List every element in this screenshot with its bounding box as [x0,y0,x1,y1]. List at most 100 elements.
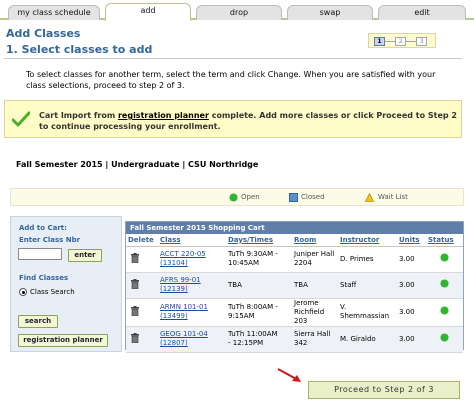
days: TuTh 11:00AM [228,330,278,338]
header-instructor[interactable]: Instructor [338,234,397,247]
room-cell: TBA [292,272,338,299]
days: TuTh 8:00AM - [228,303,278,311]
legend-wait-list: Wait List [378,193,408,201]
step-heading: 1. Select classes to add [6,43,153,56]
class-link[interactable]: GEOG 101-04 [160,330,208,338]
add-to-cart-title: Add to Cart: [19,224,67,232]
units-cell: 3.00 [397,298,426,327]
tab-my-class-schedule[interactable]: my class schedule [8,5,100,20]
trash-icon[interactable] [131,278,139,289]
table-row: AFRS 99-01 (12139) TBA TBA Staff 3.00 [126,272,463,299]
table-row: GEOG 101-04 (12807) TuTh 11:00AM - 12:15PM… [126,326,463,353]
units-cell: 3.00 [397,246,426,273]
table-row: ACCT 220-05 (13104) TuTh 9:30AM -10:45AM … [126,246,463,273]
registration-planner-button[interactable]: registration planner [18,334,108,347]
class-link[interactable]: AFRS 99-01 [160,276,201,284]
header-room[interactable]: Room [292,234,338,247]
cart-table: Delete Class Days/Times Room Instructor … [126,234,463,353]
checkmark-icon [12,111,30,127]
proceed-to-step-2-button[interactable]: Proceed to Step 2 of 3 [308,381,460,399]
class-nbr-link[interactable]: (12139) [160,285,188,293]
times: 10:45AM [228,259,260,267]
closed-square-icon [289,193,298,202]
enter-button[interactable]: enter [68,249,102,262]
search-button[interactable]: search [18,315,58,328]
header-days-times[interactable]: Days/Times [226,234,292,247]
trash-icon[interactable] [131,305,139,316]
room-cell: Sierra Hall 342 [292,326,338,353]
class-search-radio[interactable] [19,288,27,296]
divider [4,58,462,59]
header-units[interactable]: Units [397,234,426,247]
open-status-icon [440,306,449,315]
tab-drop[interactable]: drop [196,5,282,20]
tab-swap[interactable]: swap [287,5,373,20]
tab-add[interactable]: add [105,3,191,21]
step-connector [406,41,416,42]
instructor-cell: Staff [338,272,397,299]
class-nbr-link[interactable]: (13104) [160,259,188,267]
days: TuTh 9:30AM - [228,250,278,258]
times: - 12:15PM [228,339,264,347]
delete-cell [126,326,158,353]
times: 9:15AM [228,312,255,320]
shopping-cart: Fall Semester 2015 Shopping Cart Delete … [125,221,464,353]
days-times-cell: TuTh 9:30AM -10:45AM [226,246,292,273]
days-times-cell: TuTh 11:00AM - 12:15PM [226,326,292,353]
step-1-box: 1 [374,37,385,46]
cart-title: Fall Semester 2015 Shopping Cart [126,222,463,234]
message-text: Cart Import from registration planner co… [39,110,459,132]
class-search-label: Class Search [30,288,75,296]
header-class[interactable]: Class [158,234,226,247]
class-nbr-input[interactable] [18,248,62,260]
enter-class-nbr-label: Enter Class Nbr [19,236,81,244]
class-nbr-link[interactable]: (13499) [160,312,188,320]
wait-list-triangle-icon [365,193,374,202]
legend-open: Open [241,193,260,201]
class-link[interactable]: ARMN 101-01 [160,303,208,311]
header-delete: Delete [126,234,158,247]
success-message: Cart Import from registration planner co… [4,100,462,138]
status-legend: Open Closed Wait List [10,188,464,206]
open-status-icon [440,279,449,288]
delete-cell [126,272,158,299]
status-cell [426,272,463,299]
page-title: Add Classes [6,27,81,40]
instructor-cell: V. Shemmassian [338,298,397,327]
tab-bar: my class schedule add drop swap edit [0,0,474,21]
step-indicator: 1 2 3 [368,33,436,48]
tab-edit[interactable]: edit [378,5,466,20]
delete-cell [126,246,158,273]
class-cell: GEOG 101-04 (12807) [158,326,226,353]
step-2-box: 2 [395,37,406,46]
trash-icon[interactable] [131,332,139,343]
open-circle-icon [229,193,238,202]
status-cell [426,326,463,353]
days-times-cell: TBA [226,272,292,299]
open-status-icon [440,333,449,342]
header-status[interactable]: Status [426,234,463,247]
days: TBA [228,280,242,289]
days-times-cell: TuTh 8:00AM -9:15AM [226,298,292,327]
red-arrow-icon [277,368,301,382]
room-cell: Juniper Hall 2204 [292,246,338,273]
class-cell: AFRS 99-01 (12139) [158,272,226,299]
find-classes-label: Find Classes [19,274,69,282]
instructor-cell: M. Giraldo [338,326,397,353]
status-cell [426,298,463,327]
units-cell: 3.00 [397,272,426,299]
term-info: Fall Semester 2015 | Undergraduate | CSU… [16,160,259,169]
message-before: Cart Import from [39,111,118,120]
trash-icon[interactable] [131,252,139,263]
registration-planner-link[interactable]: registration planner [118,111,209,120]
status-cell [426,246,463,273]
class-nbr-link[interactable]: (12807) [160,339,188,347]
class-link[interactable]: ACCT 220-05 [160,250,206,258]
room-cell: Jerome Richfield 203 [292,298,338,327]
units-cell: 3.00 [397,326,426,353]
instructor-cell: D. Primes [338,246,397,273]
open-status-icon [440,253,449,262]
class-cell: ACCT 220-05 (13104) [158,246,226,273]
legend-closed: Closed [301,193,325,201]
step-connector [385,41,395,42]
